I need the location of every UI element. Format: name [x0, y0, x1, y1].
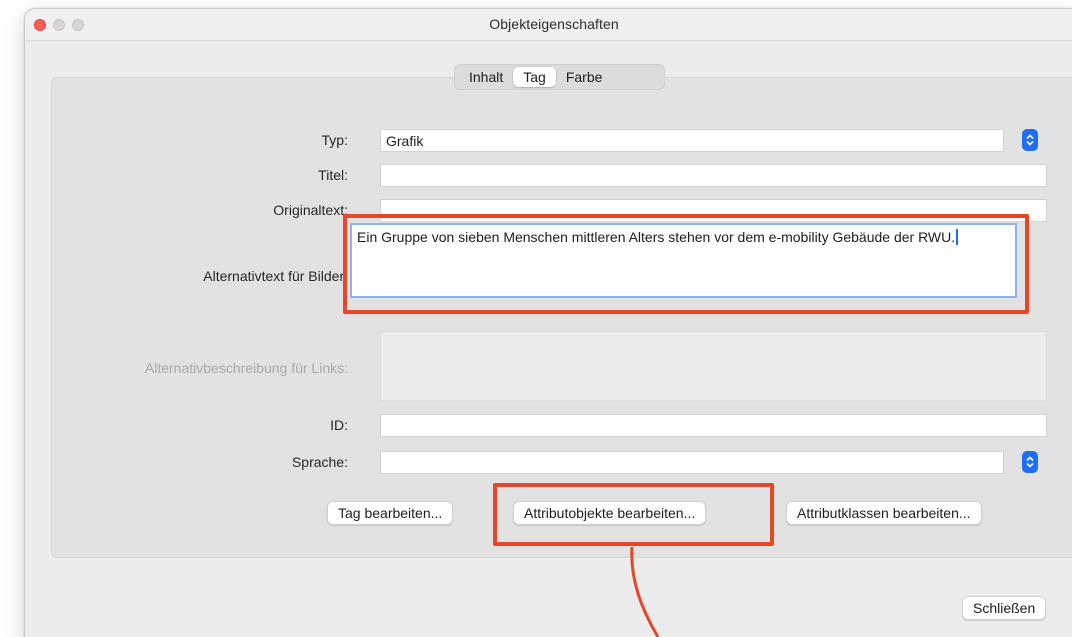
sprache-stepper-icon[interactable]	[1022, 451, 1038, 473]
text-caret	[956, 229, 959, 245]
title-bar[interactable]: Objekteigenschaften	[25, 9, 1072, 41]
typ-stepper-icon[interactable]	[1022, 129, 1038, 151]
schliessen-button[interactable]: Schließen	[962, 596, 1047, 620]
originaltext-label: Originaltext:	[273, 202, 348, 218]
typ-combo[interactable]: Grafik	[380, 129, 1004, 152]
tab-tag[interactable]: Tag	[513, 67, 556, 87]
id-field[interactable]	[380, 414, 1047, 437]
alternativbeschreibung-label: Alternativbeschreibung für Links:	[144, 360, 348, 376]
alternativtext-value: Ein Gruppe von sieben Menschen mittleren…	[357, 229, 956, 245]
tab-inhalt[interactable]: Inhalt	[459, 67, 513, 87]
tag-bearbeiten-button[interactable]: Tag bearbeiten...	[327, 501, 454, 525]
typ-label: Typ:	[321, 132, 348, 148]
alternativtext-label: Alternativtext für Bilder:	[203, 268, 348, 284]
dialog-window: Objekteigenschaften Typ: Grafik Titel: O…	[24, 8, 1072, 637]
tag-panel: Typ: Grafik Titel: Originaltext: Alterna…	[51, 77, 1072, 558]
tab-bar: Inhalt Tag Farbe	[454, 64, 665, 90]
originaltext-field[interactable]	[380, 199, 1047, 222]
titel-label: Titel:	[318, 167, 348, 183]
attributobjekte-bearbeiten-button[interactable]: Attributobjekte bearbeiten...	[513, 501, 707, 525]
alternativbeschreibung-field	[380, 331, 1047, 401]
sprache-combo[interactable]	[380, 451, 1004, 474]
titel-field[interactable]	[380, 164, 1047, 187]
tab-farbe[interactable]: Farbe	[556, 67, 613, 87]
attributklassen-bearbeiten-button[interactable]: Attributklassen bearbeiten...	[786, 501, 982, 525]
sprache-label: Sprache:	[291, 454, 348, 470]
window-title: Objekteigenschaften	[489, 16, 619, 32]
id-label: ID:	[330, 417, 348, 433]
alternativtext-textarea[interactable]: Ein Gruppe von sieben Menschen mittleren…	[350, 223, 1017, 298]
